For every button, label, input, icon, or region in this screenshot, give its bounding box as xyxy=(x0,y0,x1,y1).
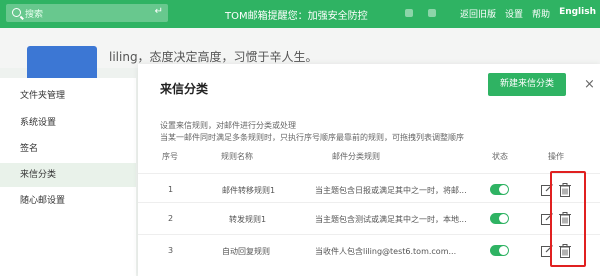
search-input[interactable]: 搜索 ↵ xyxy=(6,4,168,22)
back-to-old-link[interactable]: 返回旧版 xyxy=(460,7,496,20)
row-rule: 当收件人包含liling@test6.tom.com... xyxy=(315,247,457,256)
menu-item-signature[interactable]: 签名 xyxy=(0,137,136,161)
col-actions: 操作 xyxy=(548,152,564,161)
notification-icon[interactable] xyxy=(405,9,413,17)
settings-link[interactable]: 设置 xyxy=(505,7,523,20)
row-index: 1 xyxy=(168,185,174,194)
status-toggle[interactable] xyxy=(490,245,509,256)
settings-menu: 文件夹管理 系统设置 签名 来信分类 随心邮设置 xyxy=(0,78,136,276)
top-bar: 搜索 ↵ TOM邮箱提醒您：加强安全防控 返回旧版 设置 帮助 English xyxy=(0,0,600,28)
table-row[interactable]: 3 自动回复规则 当收件人包含liling@test6.tom.com... xyxy=(138,234,600,266)
menu-item-suixin[interactable]: 随心邮设置 xyxy=(0,189,136,213)
message-icon[interactable] xyxy=(428,9,436,17)
row-index: 3 xyxy=(168,246,174,255)
table-row[interactable]: 1 邮件转移规则1 当主题包含日报或满足其中之一时，将邮... xyxy=(138,173,600,205)
col-status: 状态 xyxy=(492,152,508,161)
top-links: 返回旧版 设置 帮助 English xyxy=(460,7,596,20)
dialog-title: 来信分类 xyxy=(160,82,209,96)
help-link[interactable]: 帮助 xyxy=(532,7,550,20)
enter-icon[interactable]: ↵ xyxy=(155,6,163,17)
menu-item-mail-rules[interactable]: 来信分类 xyxy=(0,163,136,187)
menu-item-system[interactable]: 系统设置 xyxy=(0,111,136,135)
row-index: 2 xyxy=(168,214,174,223)
row-name: 自动回复规则 xyxy=(222,247,270,256)
row-name: 转发规则1 xyxy=(229,215,267,224)
col-name: 规则名称 xyxy=(221,152,253,161)
new-rule-button[interactable]: 新建来信分类 xyxy=(488,73,566,96)
description-line-2: 当某一邮件同时满足多条规则时，只执行序号顺序最靠前的规则，可拖拽列表调整顺序 xyxy=(160,133,464,142)
highlight-box xyxy=(550,171,586,267)
brand-notice: TOM邮箱提醒您：加强安全防控 xyxy=(225,11,368,22)
col-index: 序号 xyxy=(162,152,178,161)
profile-motto: liling，态度决定高度，习惯于辛人生。 xyxy=(109,50,318,64)
status-toggle[interactable] xyxy=(490,184,509,195)
row-rule: 当主题包含测试或满足其中之一时，本地... xyxy=(315,215,467,224)
table-header: 序号 规则名称 邮件分类规则 状态 操作 xyxy=(138,151,600,169)
table-row[interactable]: 2 转发规则1 当主题包含测试或满足其中之一时，本地... xyxy=(138,202,600,234)
close-icon[interactable]: × xyxy=(584,77,595,92)
search-placeholder: 搜索 xyxy=(25,10,44,20)
mail-rules-dialog: 来信分类 新建来信分类 × 设置来信规则，对邮件进行分类或处理 当某一邮件同时满… xyxy=(138,64,600,276)
search-icon xyxy=(12,8,21,17)
row-rule: 当主题包含日报或满足其中之一时，将邮... xyxy=(315,186,467,195)
col-rule: 邮件分类规则 xyxy=(332,152,380,161)
description-line-1: 设置来信规则，对邮件进行分类或处理 xyxy=(160,121,296,130)
menu-item-folders[interactable]: 文件夹管理 xyxy=(0,84,136,108)
row-name: 邮件转移规则1 xyxy=(222,186,276,195)
status-toggle[interactable] xyxy=(490,213,509,224)
english-link[interactable]: English xyxy=(559,7,596,20)
